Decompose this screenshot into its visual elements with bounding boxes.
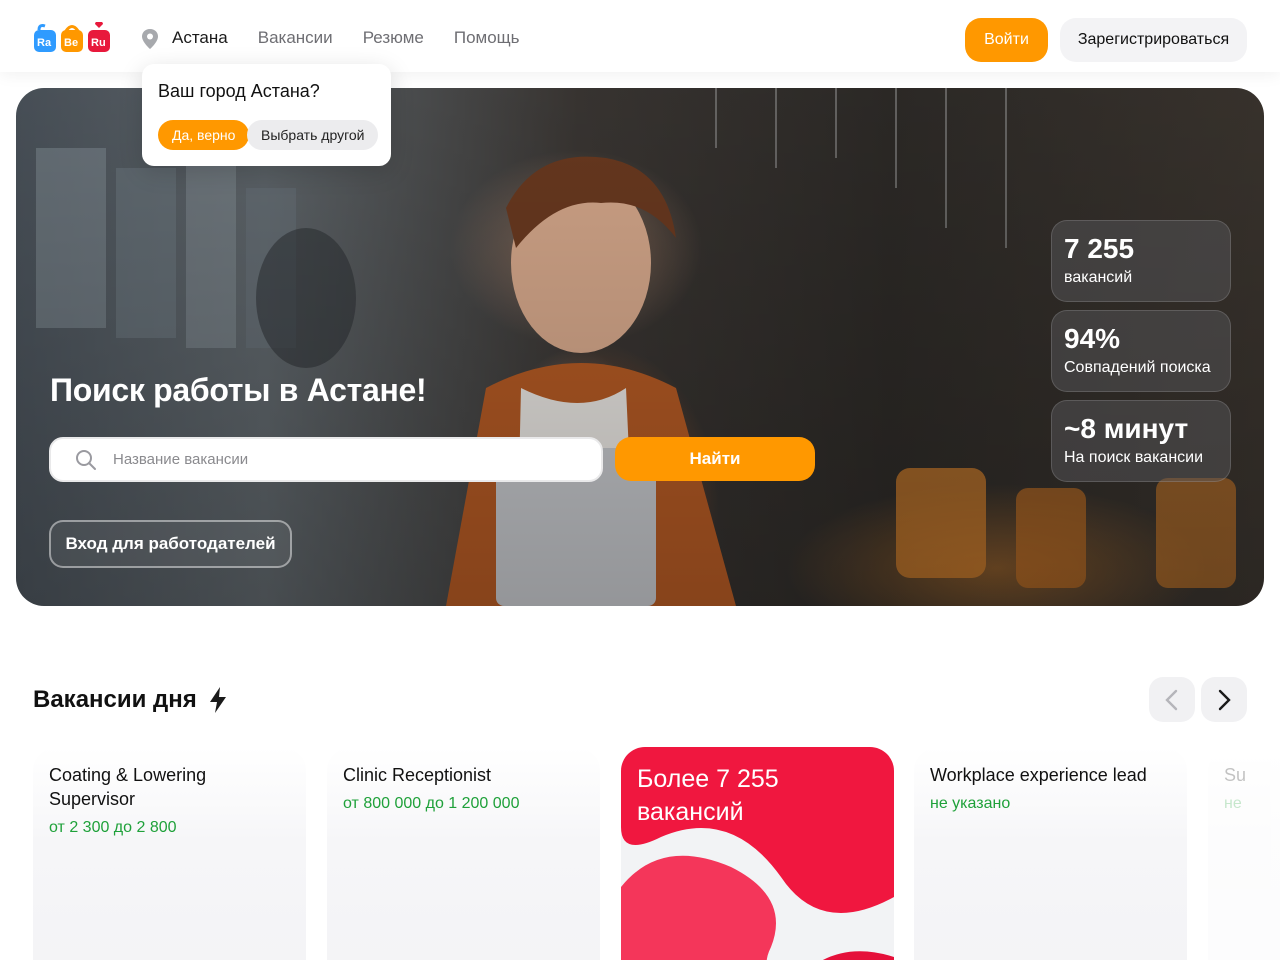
vacancy-card[interactable]: Su не — [1208, 747, 1280, 960]
login-button[interactable]: Войти — [965, 18, 1048, 62]
confirm-city-button[interactable]: Да, верно — [158, 120, 250, 150]
vacancy-title: Workplace experience lead — [930, 765, 1147, 785]
vacancy-salary: не указано — [930, 795, 1011, 812]
choose-city-button[interactable]: Выбрать другой — [247, 120, 379, 150]
nav-resume[interactable]: Резюме — [363, 28, 424, 48]
nav-city[interactable]: Астана — [172, 28, 228, 48]
svg-text:Ru: Ru — [91, 37, 106, 49]
vacancies-of-day-title: Вакансии дня — [33, 686, 197, 713]
top-header: Ra Be Ru Астана Вакансии Резюме Помощь В… — [0, 0, 1280, 72]
stat-value: ~8 минут — [1064, 413, 1189, 444]
vacancy-search-input[interactable] — [113, 439, 583, 480]
stat-label: Совпадений поиска — [1064, 359, 1211, 376]
vacancy-title: Coating & Lowering Supervisor — [49, 765, 207, 809]
section-title: Вакансии дня — [33, 686, 229, 714]
vacancy-salary: от 800 000 до 1 200 000 — [343, 795, 520, 812]
city-confirm-popup: Ваш город Астана? Да, верно Выбрать друг… — [142, 64, 391, 166]
vacancy-title: Su — [1224, 765, 1247, 785]
stat-value: 94% — [1064, 323, 1121, 354]
carousel-prev-button[interactable] — [1149, 677, 1195, 722]
vacancy-salary: не — [1224, 795, 1242, 812]
vacancy-card[interactable]: Clinic Receptionist от 800 000 до 1 200 … — [327, 747, 600, 960]
rabe-ru-logo[interactable]: Ra Be Ru — [34, 22, 112, 54]
find-button[interactable]: Найти — [615, 437, 815, 481]
promo-card[interactable]: Более 7 255 вакансий — [621, 747, 894, 960]
vacancy-title: Clinic Receptionist — [343, 765, 492, 785]
chevron-left-icon — [1165, 689, 1178, 710]
search-box[interactable] — [49, 437, 603, 482]
svg-text:Be: Be — [64, 37, 78, 49]
search-icon — [76, 450, 96, 470]
stat-vacancies: 7 255 вакансий — [1051, 220, 1231, 302]
vacancy-card[interactable]: Coating & Lowering Supervisor от 2 300 д… — [33, 747, 306, 960]
stat-value: 7 255 — [1064, 233, 1135, 264]
chevron-right-icon — [1218, 689, 1231, 710]
employer-login-button[interactable]: Вход для работодателей — [49, 520, 292, 568]
map-pin-icon[interactable] — [140, 28, 160, 50]
logo-letters: Ra — [37, 37, 52, 49]
stat-label: На поиск вакансии — [1064, 449, 1204, 466]
stat-match: 94% Совпадений поиска — [1051, 310, 1231, 392]
vacancy-card[interactable]: Workplace experience lead не указано — [914, 747, 1187, 960]
promo-text: Более 7 255 вакансий — [637, 765, 779, 826]
lightning-icon — [209, 687, 226, 713]
main-nav: Астана Вакансии Резюме Помощь — [172, 28, 520, 48]
stat-time: ~8 минут На поиск вакансии — [1051, 400, 1231, 482]
city-question: Ваш город Астана? — [158, 81, 320, 101]
nav-help[interactable]: Помощь — [454, 28, 520, 48]
hero-title: Поиск работы в Астане! — [50, 372, 427, 408]
carousel-next-button[interactable] — [1201, 677, 1247, 722]
stat-label: вакансий — [1064, 269, 1133, 286]
register-button[interactable]: Зарегистрироваться — [1060, 18, 1247, 62]
nav-vacancies[interactable]: Вакансии — [258, 28, 333, 48]
vacancy-salary: от 2 300 до 2 800 — [49, 819, 177, 836]
